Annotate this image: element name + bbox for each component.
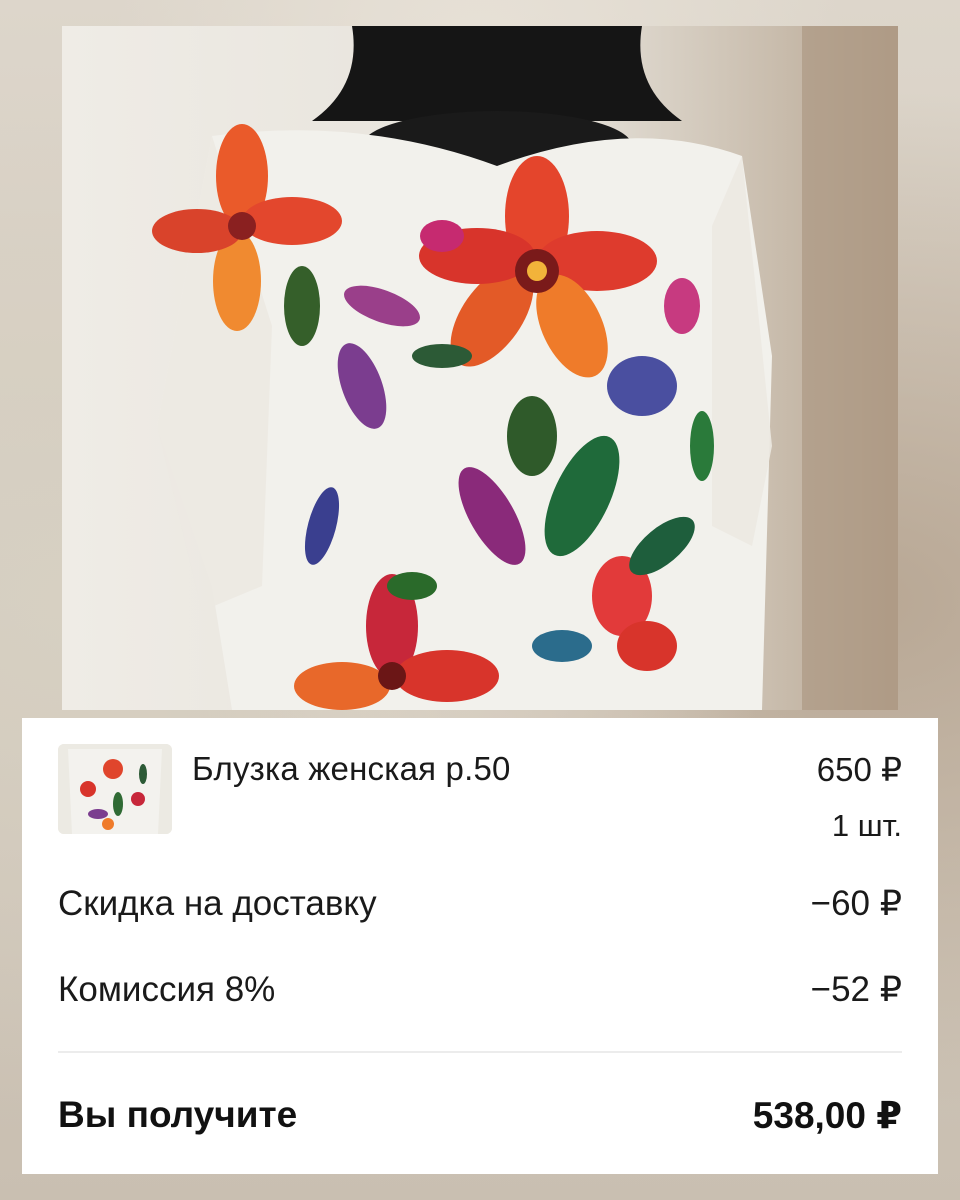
product-thumbnail[interactable] [58,744,172,834]
payout-summary-card: Блузка женская р.50 650 ₽ 1 шт. Скидка н… [22,718,938,1174]
delivery-discount-value: −60 ₽ [810,884,902,923]
total-value: 538,00 ₽ [752,1095,902,1136]
product-price: 650 ₽ [816,751,902,788]
commission-value: −52 ₽ [810,970,902,1009]
product-row[interactable]: Блузка женская р.50 650 ₽ 1 шт. [58,744,902,843]
blouse-illustration [62,26,898,710]
total-label: Вы получите [58,1094,298,1135]
total-row: Вы получите 538,00 ₽ [58,1094,902,1138]
thumbnail-image [58,744,172,834]
delivery-discount-label: Скидка на доставку [58,884,377,923]
divider [58,1051,902,1053]
product-title[interactable]: Блузка женская р.50 [192,750,511,788]
product-photo [62,26,898,710]
commission-row: Комиссия 8% −52 ₽ [58,970,902,1010]
commission-label: Комиссия 8% [58,970,276,1009]
delivery-discount-row: Скидка на доставку −60 ₽ [58,884,902,924]
product-quantity: 1 шт. [831,808,902,843]
